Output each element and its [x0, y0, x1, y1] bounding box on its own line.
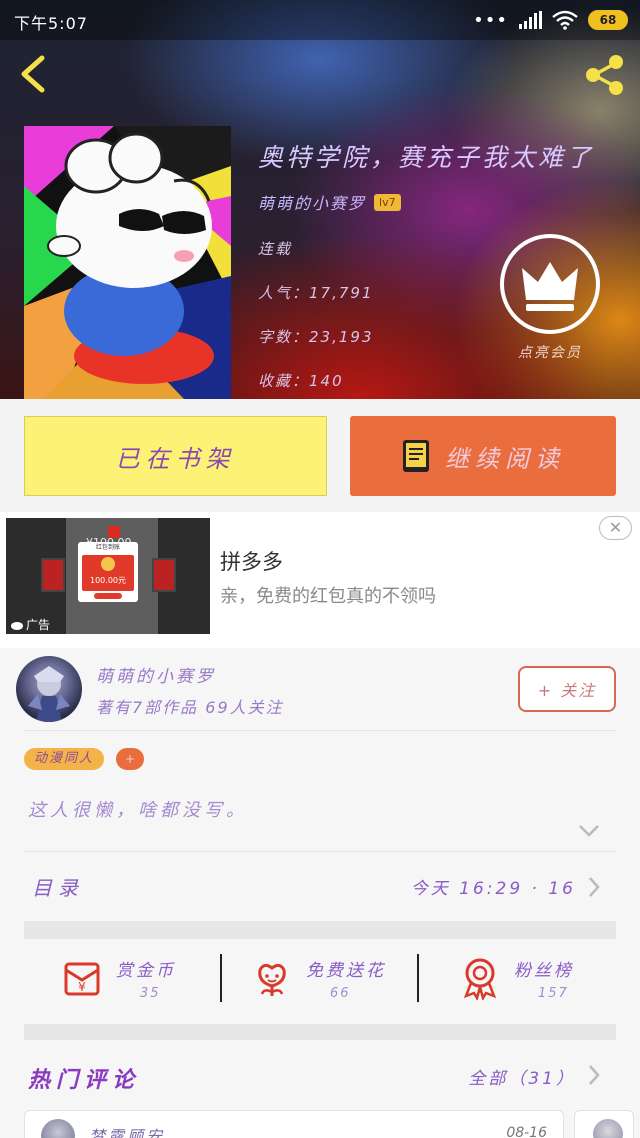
fan-ranking-label: 粉丝榜 [514, 961, 574, 981]
chevron-down-icon[interactable] [578, 824, 600, 838]
medal-icon [463, 958, 497, 1000]
feature-row: ¥ 赏金币 35 免费送花 66 粉丝榜 157 [24, 944, 616, 1024]
wifi-icon [552, 10, 578, 30]
reward-coins-label: 赏金币 [116, 961, 176, 981]
comment-date: 08-16 [506, 1125, 547, 1138]
ad-tag-label: 广告 [26, 618, 51, 632]
hot-comments-header[interactable]: 热门评论 全部（31） [24, 1048, 616, 1100]
fan-ranking-feature[interactable]: 粉丝榜 157 [458, 944, 608, 1024]
author-name[interactable]: 萌萌的小赛罗 [96, 662, 216, 687]
book-title: 奥特学院，赛充子我太难了 [258, 143, 595, 172]
back-button[interactable] [14, 52, 54, 96]
continue-reading-label: 继续阅读 [445, 444, 565, 473]
table-of-contents-row[interactable]: 目录 今天 16:29 · 16 [24, 852, 616, 918]
book-icon [403, 440, 429, 472]
battery-indicator: 68 [588, 10, 628, 30]
toc-updated: 今天 16:29 · 16 [410, 879, 576, 899]
chevron-right-icon [589, 1065, 600, 1085]
hot-comments-label: 热门评论 [28, 1068, 141, 1093]
svg-text:¥: ¥ [78, 980, 86, 994]
author-section: 萌萌的小赛罗 著有7部作品 69人关注 + 关注 动漫同人 + 这人很懒，啥都没… [0, 648, 640, 1138]
vip-crown-icon[interactable] [500, 234, 600, 334]
red-envelope-icon: ¥ [64, 962, 100, 996]
ad-description[interactable]: 亲，免费的红包真的不领吗 [220, 582, 436, 608]
commenter-avatar[interactable] [41, 1119, 75, 1138]
chevron-right-icon [589, 877, 600, 897]
book-author-name[interactable]: 萌萌的小赛罗 [258, 190, 366, 214]
ad-thumb-card-value: 100.00元 [90, 576, 126, 585]
ad-thumb-box-right [152, 558, 176, 592]
ad-thumb-card: 红包到账 100.00元 [78, 542, 138, 602]
book-collections: 收藏：140 [258, 372, 344, 390]
free-flowers-count: 66 [330, 986, 351, 1001]
book-word-count: 字数：23,193 [258, 328, 374, 346]
status-bar: 下午5:07 ••• 68 [0, 0, 640, 40]
author-bio: 这人很懒，啥都没写。 [28, 800, 248, 821]
commenter-name[interactable]: 梦露顾安 [89, 1123, 165, 1138]
continue-reading-button[interactable]: 继续阅读 [350, 416, 616, 496]
status-icons: ••• 68 [473, 8, 628, 32]
cloud-icon [11, 621, 23, 630]
add-tag-button[interactable]: + [116, 748, 144, 770]
author-level-badge: lv7 [374, 193, 401, 211]
feature-divider [417, 954, 419, 1002]
ad-thumb-card-button [94, 593, 122, 599]
book-cover[interactable] [24, 126, 231, 399]
genre-tag[interactable]: 动漫同人 [24, 748, 105, 770]
ad-close-button[interactable]: ✕ [599, 516, 632, 540]
book-author-row[interactable]: 萌萌的小赛罗 lv7 [258, 190, 401, 214]
section-separator [24, 921, 616, 939]
book-header: 下午5:07 ••• 68 奥特学院，赛充子我太难了 萌萌的小赛罗 lv7 连载… [0, 0, 640, 399]
reward-coins-feature[interactable]: ¥ 赏金币 35 [60, 944, 220, 1024]
author-avatar[interactable] [16, 656, 82, 722]
comment-card[interactable] [574, 1110, 634, 1138]
ad-tag: 广告 [10, 616, 50, 633]
in-shelf-button[interactable]: 已在书架 [24, 416, 327, 496]
commenter-avatar[interactable] [593, 1119, 623, 1138]
comment-card[interactable]: 梦露顾安 08-16 [24, 1110, 564, 1138]
avatar-figure [28, 666, 70, 722]
flower-icon [258, 963, 286, 996]
more-dots-icon: ••• [473, 9, 508, 31]
feature-divider [220, 954, 222, 1002]
author-stats: 著有7部作品 69人关注 [96, 698, 284, 717]
divider [24, 730, 616, 731]
all-comments-link[interactable]: 全部（31） [468, 1064, 576, 1089]
ad-title[interactable]: 拼多多 [220, 546, 283, 576]
free-flowers-label: 免费送花 [306, 961, 386, 981]
fan-ranking-count: 157 [538, 986, 569, 1001]
book-popularity: 人气：17,791 [258, 284, 374, 302]
free-flowers-feature[interactable]: 免费送花 66 [250, 944, 420, 1024]
toc-label: 目录 [32, 876, 84, 900]
ad-thumbnail[interactable]: ¥100.00 红包到账 100.00元 广告 [6, 518, 210, 634]
coin-icon [101, 557, 115, 571]
ad-banner[interactable]: ¥100.00 红包到账 100.00元 广告 拼多多 亲，免费的红包真的不领吗 [0, 512, 640, 648]
ad-thumb-card-title: 红包到账 [95, 544, 120, 551]
reward-coins-count: 35 [140, 986, 161, 1001]
ad-thumb-box-left [41, 558, 65, 592]
book-status: 连载 [258, 240, 293, 258]
status-time: 下午5:07 [14, 14, 88, 33]
section-separator [24, 1024, 616, 1040]
signal-icon [519, 11, 542, 29]
action-bar: 已在书架 继续阅读 [0, 399, 640, 512]
vip-label[interactable]: 点亮会员 [500, 342, 600, 362]
share-button[interactable] [582, 52, 628, 98]
follow-button[interactable]: + 关注 [518, 666, 616, 712]
